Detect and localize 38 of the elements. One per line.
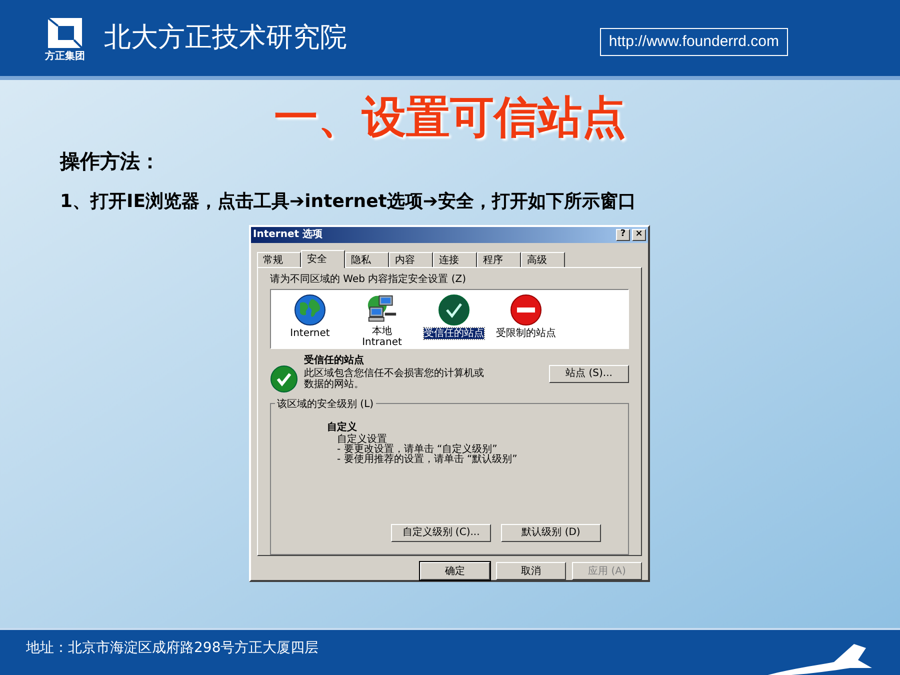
level-description: - 要使用推荐的设置，请单击 “默认级别” — [336, 454, 518, 465]
tab[interactable]: 常规 — [257, 252, 301, 267]
help-button[interactable]: ? — [616, 228, 630, 241]
zones-label: 请为不同区域的 Web 内容指定安全设置 (Z) — [270, 272, 467, 287]
slide-title: 一、设置可信站点 — [273, 92, 627, 144]
dialog-button[interactable]: 取消 — [496, 562, 566, 580]
close-button[interactable]: × — [632, 228, 646, 241]
zone-description: 此区域包含您信任不会损害您的计算机或数据的网站。 — [304, 368, 484, 390]
tab[interactable]: 高级 — [521, 252, 565, 267]
checkmark-icon — [270, 364, 298, 393]
globe-icon — [294, 294, 326, 326]
tab[interactable]: 连接 — [433, 252, 477, 267]
logo-caption: 方正集团 — [45, 52, 85, 62]
method-heading: 操作方法： — [60, 148, 161, 175]
tab[interactable]: 内容 — [389, 252, 433, 267]
default-level-button[interactable]: 默认级别 (D) — [501, 524, 601, 542]
zone-item[interactable]: 本地 Intranet — [362, 326, 402, 348]
computers-icon — [365, 294, 399, 324]
dialog-button[interactable]: 确定 — [420, 562, 490, 580]
custom-level-button[interactable]: 自定义级别 (C)... — [391, 524, 491, 542]
address-text: 地址：北京市海淀区成府路298号方正大厦四层 — [26, 639, 319, 658]
level-description: - 要更改设置，请单击 “自定义级别” — [336, 444, 498, 455]
organization-name: 北大方正技术研究院 — [104, 20, 347, 55]
checkmark-icon — [438, 294, 470, 326]
tab[interactable]: 安全 — [301, 250, 345, 268]
dialog-title: Internet 选项 — [253, 228, 322, 242]
step-text: 1、打开IE浏览器，点击工具➔internet选项➔安全，打开如下所示窗口 — [60, 190, 637, 214]
zone-item[interactable]: 受信任的站点 — [424, 328, 484, 339]
no-entry-icon — [510, 294, 542, 326]
tab[interactable]: 隐私 — [345, 252, 389, 267]
sites-button[interactable]: 站点 (S)... — [549, 364, 629, 383]
zone-item[interactable]: 受限制的站点 — [496, 328, 556, 339]
website-url: http://www.founderrd.com — [600, 28, 788, 56]
zone-title: 受信任的站点 — [304, 354, 365, 368]
tab[interactable]: 程序 — [477, 252, 521, 267]
level-name: 自定义 — [327, 420, 358, 434]
zone-item[interactable]: Internet — [290, 328, 330, 339]
level-description: 自定义设置 — [336, 434, 387, 445]
